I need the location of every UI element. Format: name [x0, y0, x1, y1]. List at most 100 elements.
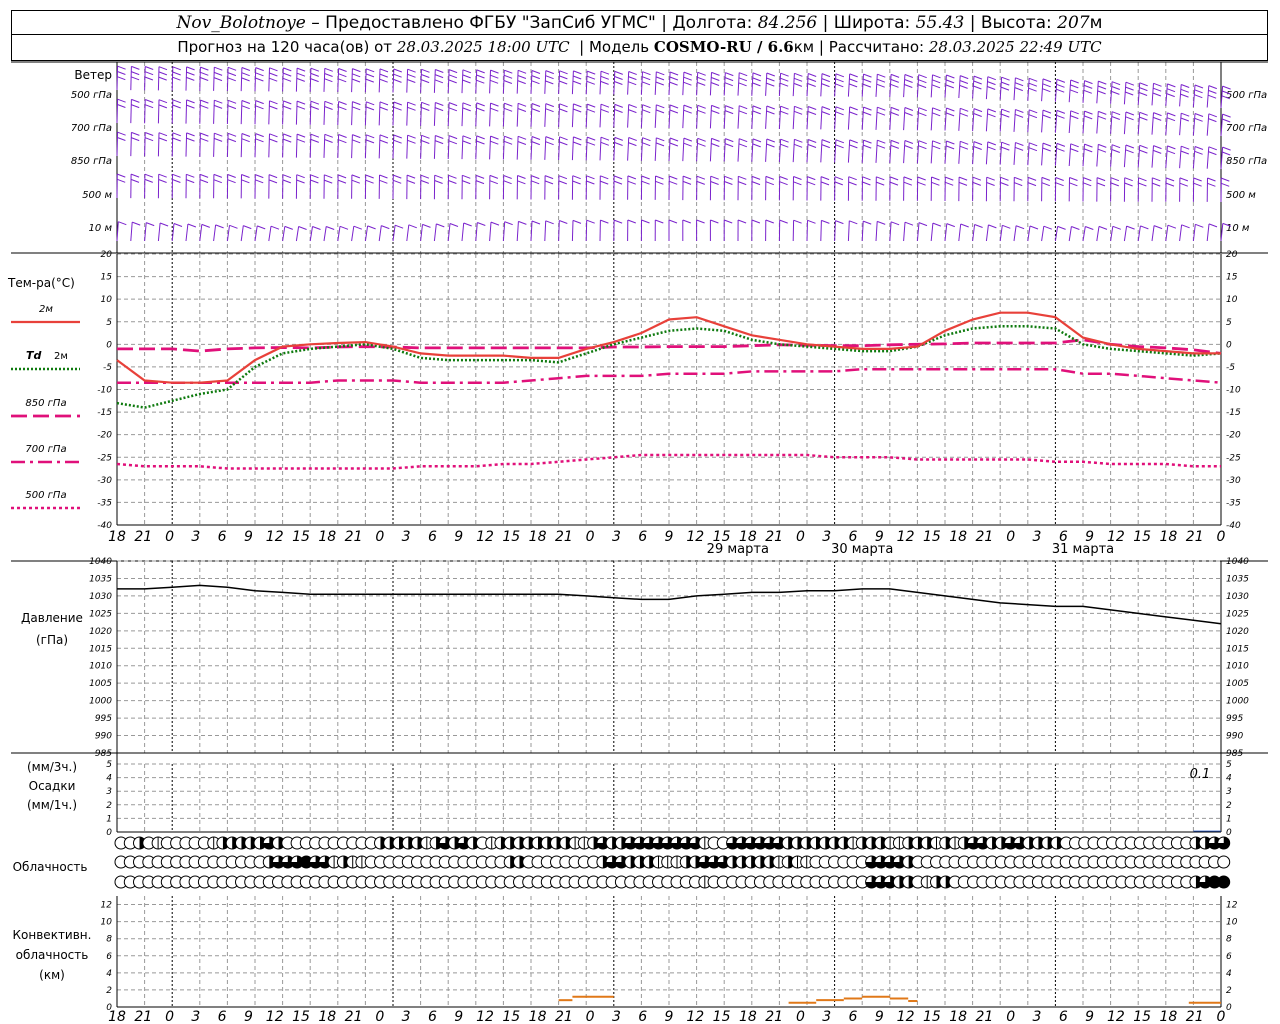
wind-barb-feather — [862, 83, 872, 88]
wind-barb-staff — [240, 225, 244, 242]
wind-barb-staff — [792, 106, 795, 130]
wind-barb-feather — [1208, 223, 1218, 228]
wind-barb-feather — [559, 80, 568, 85]
wind-barb-feather — [1167, 145, 1176, 150]
wind-barb-feather — [974, 224, 983, 228]
wind-barb-feather — [1096, 177, 1106, 182]
wind-barb-feather — [1222, 113, 1231, 118]
wind-barb-staff — [958, 75, 961, 99]
wind-barb-staff — [378, 101, 381, 126]
wind-barb-staff — [1027, 78, 1030, 101]
x-tick-label: 18 — [1160, 529, 1178, 545]
wind-barb-feather — [751, 219, 761, 224]
wind-barb-feather — [1042, 83, 1051, 88]
x-tick-label: 15 — [292, 1009, 310, 1024]
wind-barb-feather — [201, 223, 210, 228]
x-tick-label: 21 — [134, 529, 152, 545]
wind-barb-feather — [972, 176, 982, 181]
wind-barb-feather — [1208, 151, 1217, 156]
wind-barb-feather — [656, 71, 665, 76]
wind-barb-feather — [407, 106, 416, 111]
x-tick-label: 3 — [1033, 529, 1042, 545]
wind-barb-feather — [158, 179, 167, 183]
wind-barb-staff — [1206, 146, 1210, 169]
wind-barb-feather — [1015, 225, 1025, 230]
wind-barb-staff — [1041, 143, 1044, 166]
wind-barb-feather — [697, 109, 706, 114]
wind-barb-feather — [421, 68, 430, 73]
wind-barb-feather — [1029, 109, 1038, 114]
wind-barb-feather — [531, 220, 541, 225]
wind-barb-staff — [226, 67, 229, 92]
wind-barb-feather — [614, 76, 623, 80]
wind-barb-feather — [1179, 177, 1189, 182]
wind-barb-staff — [1068, 143, 1072, 167]
wind-barb-feather — [890, 83, 899, 88]
wind-barb-feather — [200, 71, 209, 76]
wind-barb-feather — [531, 141, 540, 146]
wind-barb-staff — [1013, 142, 1016, 165]
wind-barb-feather — [987, 141, 996, 146]
wind-barb-feather — [406, 174, 416, 179]
wind-barb-staff — [144, 99, 146, 124]
wind-barb-feather — [1165, 177, 1175, 182]
wind-barb-feather — [1097, 115, 1107, 120]
wind-barb-feather — [932, 140, 941, 145]
wind-barb-feather — [1153, 87, 1162, 92]
wind-barb-feather — [490, 135, 499, 140]
wind-barb-feather — [1181, 145, 1190, 150]
pressure-tick-left: 1030 — [89, 592, 112, 602]
wind-barb-feather — [408, 224, 417, 229]
wind-barb-staff — [889, 140, 892, 164]
precip-tick-right: 4 — [1226, 774, 1232, 784]
wind-barb-feather — [200, 77, 209, 81]
wind-barb-feather — [932, 112, 941, 117]
wind-barb-feather — [766, 77, 775, 82]
wind-barb-feather — [613, 219, 623, 224]
legend-item: 500 гПа — [11, 490, 80, 510]
wind-level-label-right: 500 м — [1226, 190, 1256, 201]
wind-barb-feather — [559, 75, 568, 80]
wind-barb-staff — [571, 70, 574, 95]
wind-barb-feather — [269, 77, 278, 82]
wind-barb-feather — [573, 136, 582, 141]
wind-barb-feather — [172, 104, 181, 109]
legend-label: 2м — [54, 351, 68, 362]
wind-barb-feather — [393, 101, 402, 106]
wind-barb-feather — [131, 65, 140, 70]
wind-barb-staff — [1041, 110, 1044, 133]
wind-barb-feather — [710, 175, 719, 180]
wind-barb-staff — [696, 105, 699, 129]
wind-barb-feather — [407, 68, 416, 73]
wind-barb-staff — [130, 99, 132, 124]
wind-barb-feather — [876, 78, 886, 83]
wind-barb-feather — [477, 222, 486, 226]
wind-barb-feather — [710, 181, 719, 185]
wind-barb-feather — [918, 79, 927, 84]
x-tick-label: 9 — [1085, 1009, 1094, 1024]
wind-barb-staff — [213, 100, 215, 124]
wind-barb-feather — [462, 107, 471, 112]
wind-barb-feather — [600, 70, 610, 75]
wind-barb-feather — [1167, 224, 1177, 229]
wind-barb-feather — [656, 137, 665, 142]
wind-barb-feather — [1097, 90, 1106, 95]
wind-barb-feather — [1002, 224, 1011, 229]
wind-barb-feather — [1180, 88, 1189, 93]
wind-barb-feather — [904, 221, 914, 226]
wind-barb-feather — [1221, 177, 1230, 182]
wind-barb-staff — [1179, 113, 1182, 136]
wind-barb-feather — [904, 145, 913, 149]
wind-barb-feather — [241, 179, 250, 184]
wind-barb-feather — [945, 112, 955, 117]
x-tick-label: 18 — [739, 1009, 757, 1024]
wind-barb-feather — [503, 175, 512, 179]
wind-barb-feather — [1027, 176, 1037, 181]
grid — [116, 763, 1222, 833]
wind-barb-staff — [199, 133, 201, 157]
wind-barb-staff — [240, 100, 243, 125]
wind-barb-feather — [503, 107, 513, 112]
wind-barb-feather — [241, 138, 250, 143]
wind-barb-feather — [435, 135, 444, 139]
wind-barb-feather — [379, 106, 388, 111]
